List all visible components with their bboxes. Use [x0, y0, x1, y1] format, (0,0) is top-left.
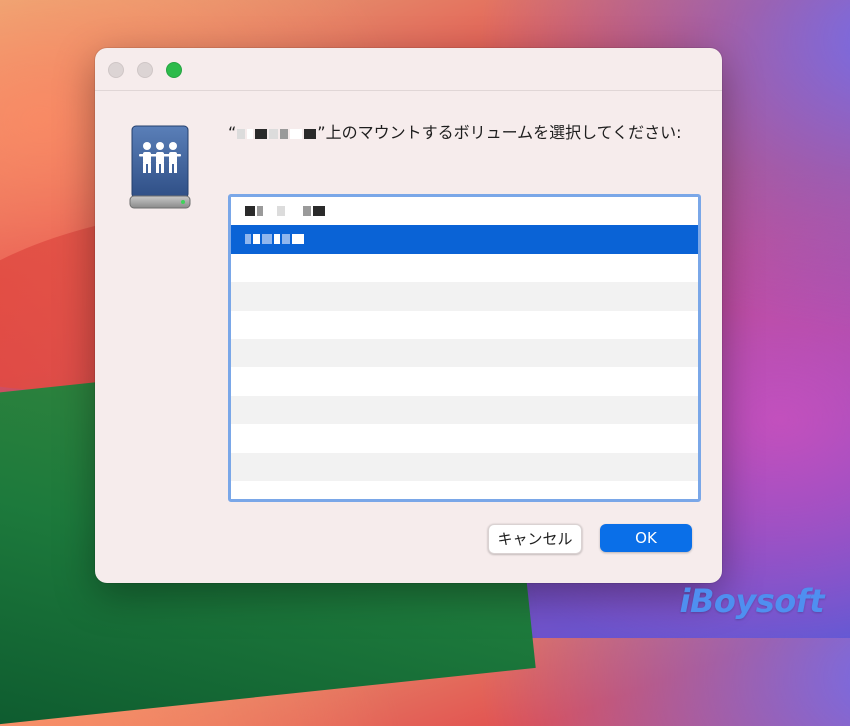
empty-row: [231, 338, 698, 368]
redacted-server-name: [236, 123, 317, 142]
zoom-button[interactable]: [166, 62, 182, 78]
cancel-button[interactable]: キャンセル: [488, 524, 582, 554]
empty-row: [231, 311, 698, 339]
empty-row: [231, 424, 698, 452]
empty-row: [231, 367, 698, 395]
volume-name-redacted: [244, 206, 326, 216]
select-volume-dialog: “”上のマウントするボリュームを選択してください: キャンセル OK: [95, 48, 722, 583]
minimize-button[interactable]: [137, 62, 153, 78]
volume-list[interactable]: [228, 194, 701, 502]
volume-row-selected[interactable]: [231, 225, 698, 254]
volume-row[interactable]: [231, 197, 698, 225]
empty-row: [231, 282, 698, 311]
empty-row: [231, 254, 698, 282]
title-bar: [95, 48, 722, 91]
empty-row: [231, 452, 698, 481]
prompt-text: “”上のマウントするボリュームを選択してください:: [228, 120, 698, 146]
prompt-close-quote: ”: [317, 123, 326, 142]
volume-name-redacted: [244, 234, 305, 245]
close-button[interactable]: [108, 62, 124, 78]
iboysoft-watermark-logo: iBoysoft: [679, 582, 825, 620]
prompt-message: 上のマウントするボリュームを選択してください:: [325, 123, 682, 142]
empty-row: [231, 481, 698, 499]
empty-row: [231, 395, 698, 425]
ok-button[interactable]: OK: [600, 524, 692, 552]
network-share-drive-icon: [129, 125, 191, 209]
